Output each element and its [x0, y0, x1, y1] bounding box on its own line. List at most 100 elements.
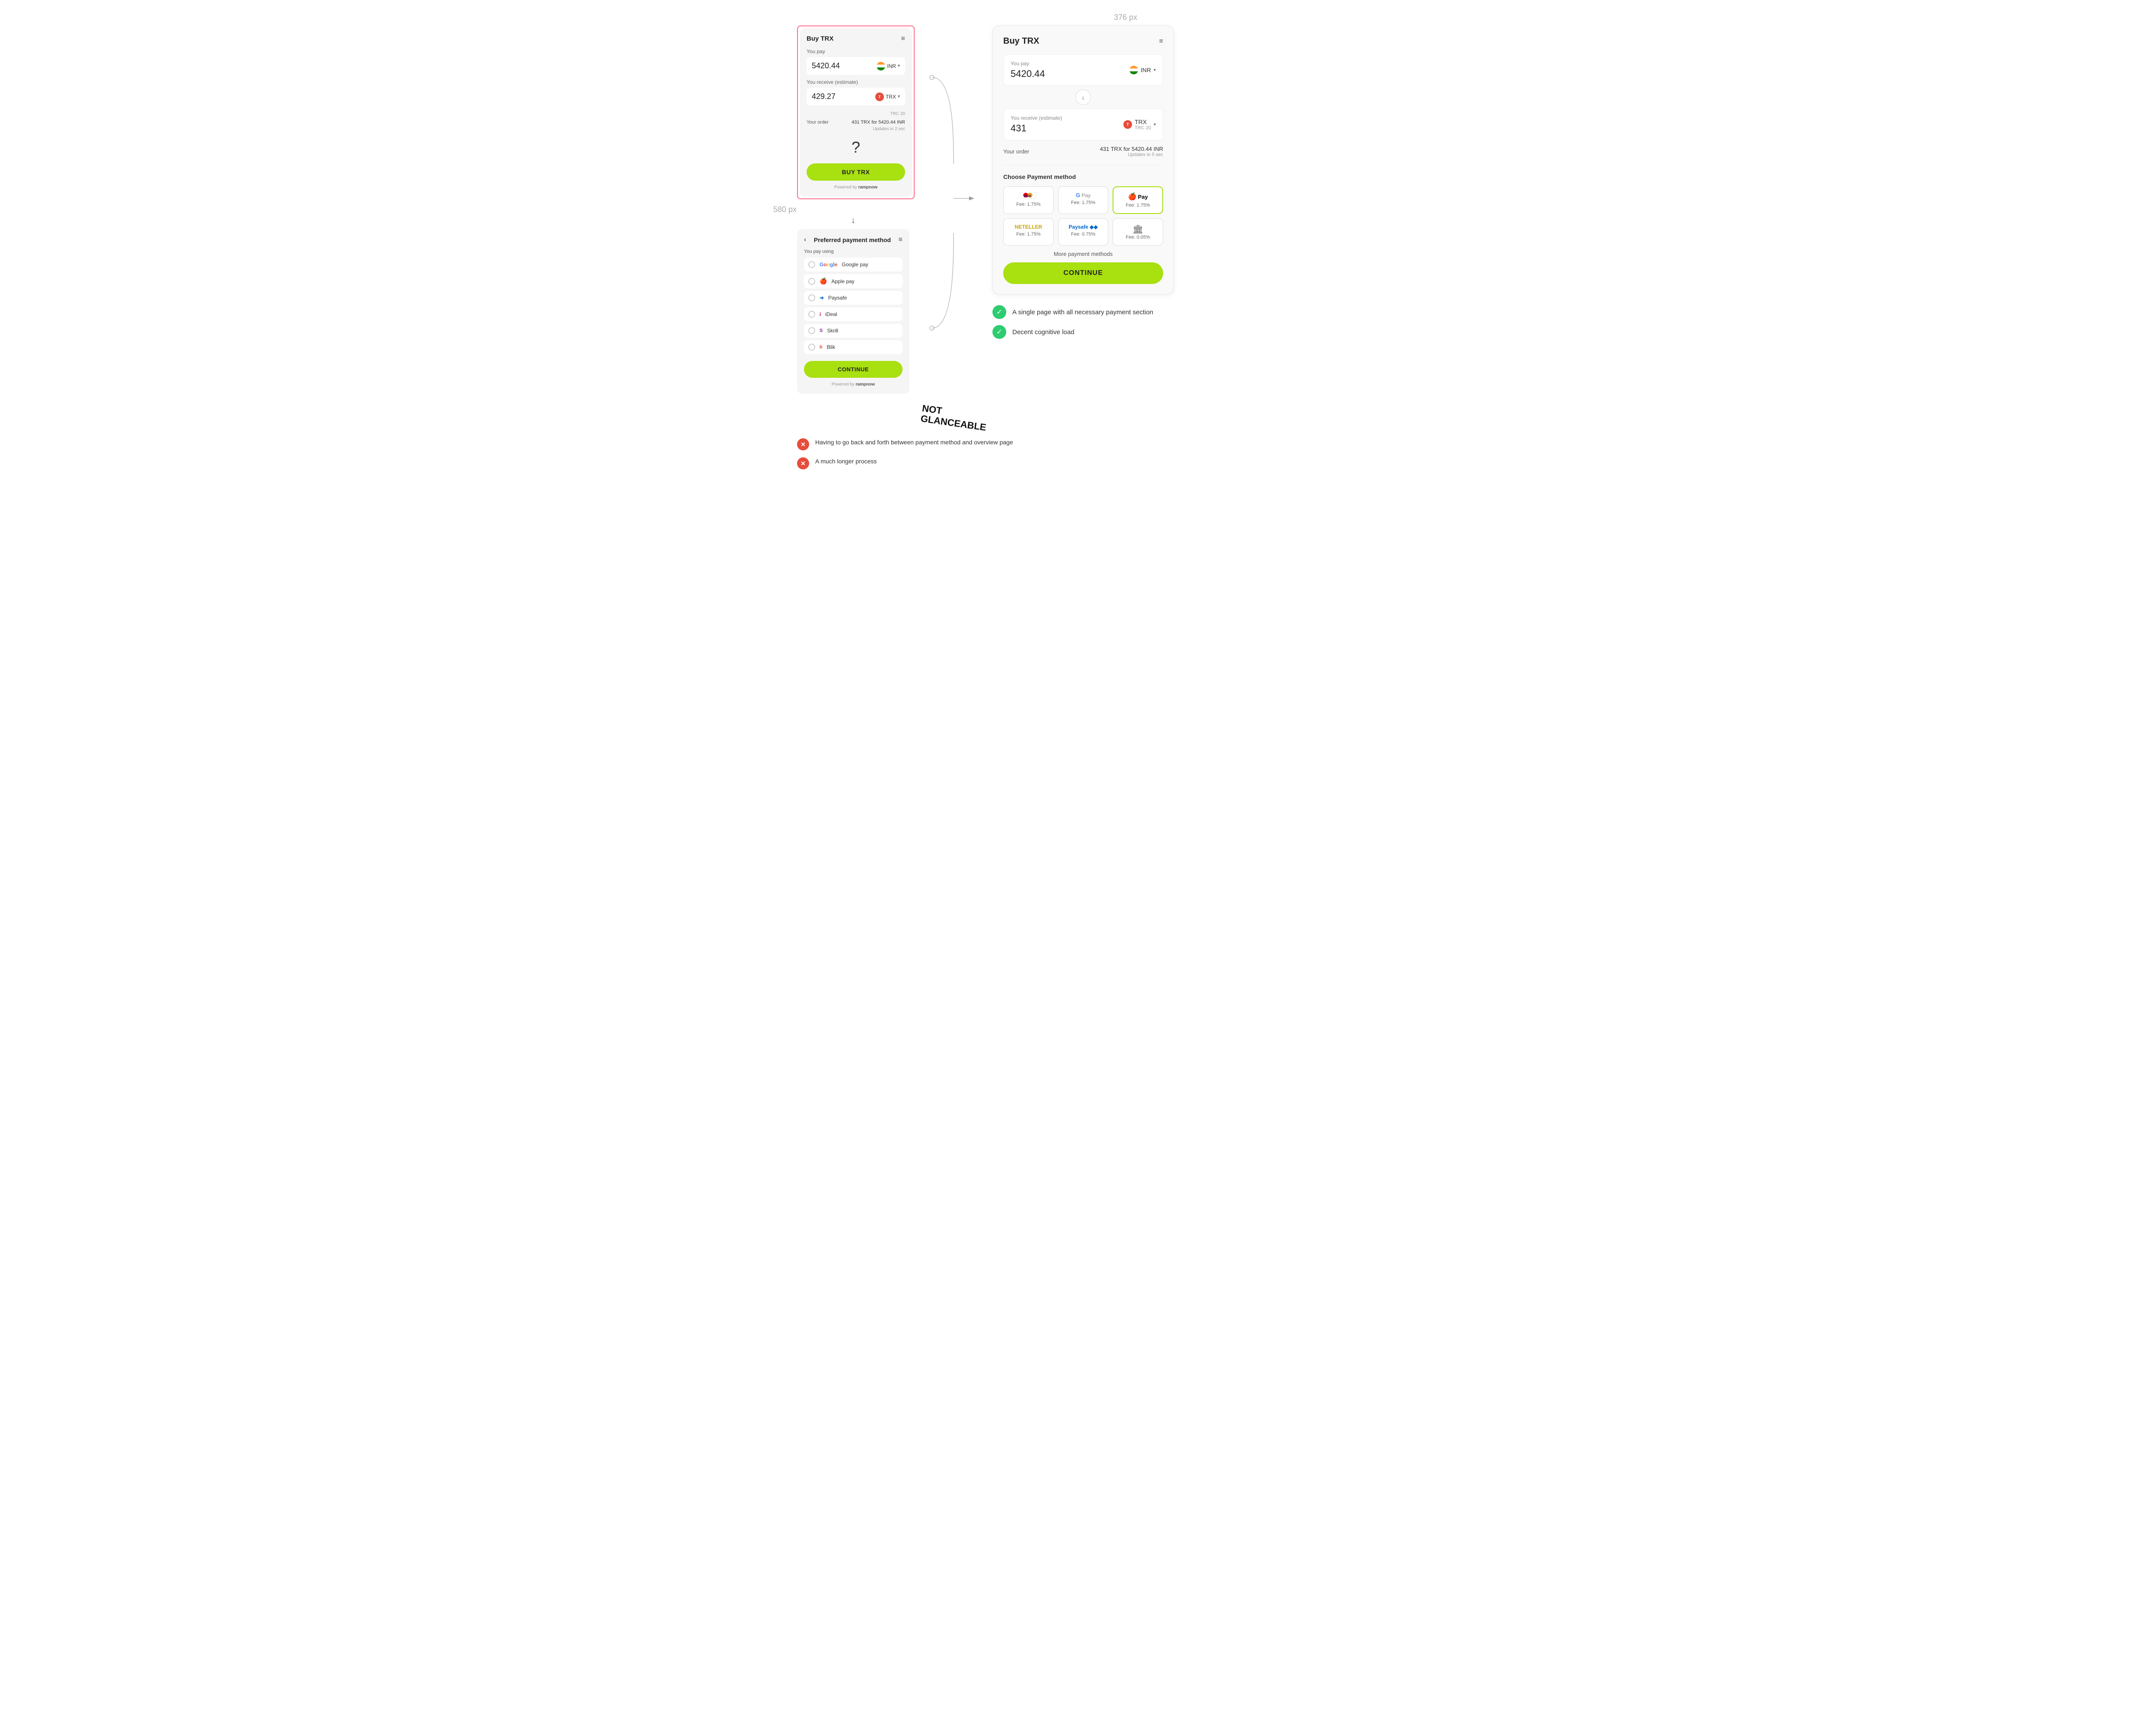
you-pay-label: You pay: [807, 48, 905, 54]
benefit-text-1: A single page with all necessary payment…: [1012, 309, 1153, 316]
preferred-payment-title: Preferred payment method: [814, 236, 891, 243]
improved-trx-icon: T: [1123, 120, 1132, 129]
blik-option[interactable]: b Blik: [804, 340, 903, 354]
you-receive-value: 429.27: [812, 92, 836, 101]
you-pay-input[interactable]: 5420.44 INR ▾: [807, 57, 905, 75]
height-dimension-label: 580 px: [773, 205, 797, 214]
gpay-option[interactable]: Google Google pay: [804, 258, 903, 271]
arrow-down-icon: ↓: [797, 216, 909, 226]
trx-currency[interactable]: T TRX ▾: [875, 93, 900, 101]
paysafe-payment-name: Paysafe ◆◆: [1063, 224, 1104, 230]
improved-you-pay-value: 5420.44: [1011, 68, 1045, 80]
payment-method-section: Choose Payment method VIS: [1003, 173, 1163, 246]
ideal-radio[interactable]: [808, 311, 815, 318]
improved-your-order-label: Your order: [1003, 148, 1029, 155]
improved-you-receive-value: 431: [1011, 123, 1062, 134]
x-icon-1: ✕: [797, 438, 809, 450]
paysafe-payment-card[interactable]: Paysafe ◆◆ Fee: 0.75%: [1058, 218, 1109, 246]
visa-name: VISA: [1008, 192, 1049, 200]
trx-label: TRX: [886, 94, 896, 100]
back-icon[interactable]: ‹: [804, 236, 806, 244]
inr-label: INR: [887, 63, 896, 69]
inr-currency[interactable]: INR ▾: [877, 62, 900, 70]
trc20-label: TRC 20: [890, 112, 905, 116]
blik-label: Blik: [827, 344, 835, 350]
x-icon-2: ✕: [797, 457, 809, 469]
widget-header: Buy TRX ≡: [807, 35, 905, 42]
payment-continue-button[interactable]: CONTINUE: [804, 361, 903, 378]
applepay-payment-name: 🍎 Pay: [1118, 192, 1158, 201]
negative-text-1: Having to go back and forth between paym…: [815, 438, 1013, 447]
improved-updates-label: Updates in 5 sec: [1100, 152, 1163, 157]
paysafe-radio[interactable]: [808, 294, 815, 301]
negative-item-2: ✕ A much longer process: [797, 457, 1359, 469]
you-receive-input[interactable]: 429.27 T TRX ▾: [807, 88, 905, 105]
improved-title: Buy TRX: [1003, 36, 1039, 46]
updates-label: Updates in 2 sec: [873, 127, 906, 131]
improved-header: Buy TRX ≡: [1003, 36, 1163, 46]
applepay-fee: Fee: 1.75%: [1118, 203, 1158, 208]
divider: [1003, 165, 1163, 166]
hamburger-icon[interactable]: ≡: [901, 35, 905, 42]
chevron-down-icon: ▾: [898, 64, 900, 68]
gpay-fee: Fee: 1.75%: [1063, 200, 1104, 205]
trx-chevron-icon: ▾: [898, 94, 900, 99]
payment-header: ‹ Preferred payment method ≡: [804, 236, 903, 244]
negatives-section: ✕ Having to go back and forth between pa…: [797, 430, 1359, 469]
neteller-fee: Fee: 1.75%: [1008, 232, 1049, 237]
improved-india-flag: [1129, 66, 1138, 74]
improved-trc20-label: TRC 20: [1135, 125, 1151, 131]
improved-you-receive-label: You receive (estimate): [1011, 115, 1062, 121]
paysafe-option[interactable]: ➜ Paysafe: [804, 291, 903, 305]
applepay-radio[interactable]: [808, 278, 815, 285]
width-dimension-label: 376 px: [892, 13, 1359, 22]
paysafe-label: Paysafe: [828, 295, 847, 301]
skrill-radio[interactable]: [808, 327, 815, 334]
gpay-radio[interactable]: [808, 261, 815, 268]
skrill-option[interactable]: S Skrill: [804, 324, 903, 338]
gpay-payment-name: G Pay: [1063, 192, 1104, 198]
payment-powered-by: Powered by rampnow: [804, 382, 903, 387]
blik-radio[interactable]: [808, 344, 815, 351]
trx-icon: T: [875, 93, 884, 101]
bank-payment-card[interactable]: 🏛 Fee: 0.05%: [1113, 218, 1163, 246]
benefit-text-2: Decent cognitive load: [1012, 329, 1074, 336]
visa-payment-card[interactable]: VISA Fee: 1.75%: [1003, 186, 1054, 214]
paysafe-fee: Fee: 0.75%: [1063, 232, 1104, 237]
payment-grid-row2: NETELLER Fee: 1.75% Paysafe ◆◆ Fee: 0.75…: [1003, 218, 1163, 246]
neteller-name: NETELLER: [1008, 224, 1049, 230]
powered-by: Powered by rampnow: [807, 185, 905, 190]
ideal-option[interactable]: i iDeal: [804, 307, 903, 321]
connector-spacer: [932, 26, 975, 417]
buy-trx-button[interactable]: BUY TRX: [807, 163, 905, 181]
gpay-label: Google pay: [842, 262, 868, 268]
more-payment-methods-link[interactable]: More payment methods: [1003, 251, 1163, 257]
ideal-icon: i: [820, 311, 821, 317]
applepay-option[interactable]: 🍎 Apple pay: [804, 274, 903, 288]
improved-you-receive-box[interactable]: You receive (estimate) 431 T TRX TRC 20 …: [1003, 108, 1163, 140]
question-mark: ?: [807, 138, 905, 156]
improved-continue-button[interactable]: CONTINUE: [1003, 262, 1163, 284]
buy-trx-widget: Buy TRX ≡ You pay 5420.44 INR ▾ You rece…: [800, 28, 912, 197]
applepay-label: Apple pay: [831, 278, 854, 284]
negative-text-2: A much longer process: [815, 457, 877, 466]
payment-method-widget: ‹ Preferred payment method ≡ You pay usi…: [797, 229, 909, 394]
improved-hamburger-icon[interactable]: ≡: [1159, 38, 1163, 45]
payment-grid-row1: VISA Fee: 1.75% G Pay Fee: 1.75%: [1003, 186, 1163, 214]
improved-you-pay-label: You pay: [1011, 61, 1045, 67]
improved-order-row: Your order 431 TRX for 5420.44 INR Updat…: [1003, 142, 1163, 161]
improved-inr-label: INR: [1141, 67, 1151, 73]
gpay-payment-card[interactable]: G Pay Fee: 1.75%: [1058, 186, 1109, 214]
improved-you-pay-box[interactable]: You pay 5420.44 INR ▾: [1003, 54, 1163, 86]
exchange-arrow-button[interactable]: ↓: [1075, 89, 1091, 105]
improved-inr-currency[interactable]: INR ▾: [1129, 66, 1156, 74]
benefit-item-2: ✓ Decent cognitive load: [992, 325, 1174, 339]
neteller-payment-card[interactable]: NETELLER Fee: 1.75%: [1003, 218, 1054, 246]
improved-trx-currency[interactable]: T TRX TRC 20 ▾: [1123, 118, 1156, 131]
improved-order-value: 431 TRX for 5420.44 INR: [1100, 146, 1163, 152]
check-icon-2: ✓: [992, 325, 1006, 339]
you-pay-value: 5420.44: [812, 61, 840, 70]
improved-widget-area: Buy TRX ≡ You pay 5420.44 INR ▾: [992, 26, 1174, 345]
payment-hamburger-icon[interactable]: ≡: [899, 236, 903, 243]
applepay-payment-card[interactable]: 🍎 Pay Fee: 1.75%: [1113, 186, 1163, 214]
